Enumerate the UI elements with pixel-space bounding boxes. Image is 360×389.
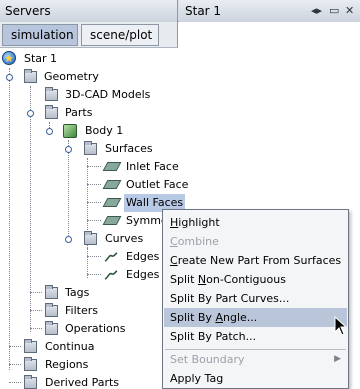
tree-node-label: Body 1 [85,124,124,137]
servers-pane-header: Servers [0,0,178,22]
tree-node-surface[interactable]: Outlet Face [0,176,200,194]
surface-icon [102,162,122,171]
tree-node-label: Star 1 [24,52,58,65]
tree-node-label: Operations [65,322,126,335]
tree-node-label: Filters [65,304,98,317]
tree-node-geometry[interactable]: Geometry [0,68,120,86]
tree-node-curve[interactable]: Edges [0,248,162,266]
folder-icon [45,285,58,299]
simulation-pane-body [179,22,360,48]
folder-icon [24,357,37,371]
maximize-pane-icon[interactable]: ▭ [329,4,339,17]
tree-node-label: Surfaces [105,142,153,155]
surface-icon [102,180,122,189]
folder-icon [24,375,37,389]
expand-toggle-icon[interactable] [65,236,72,243]
close-pane-icon[interactable]: ✕ [345,4,354,17]
tree-node-label: 3D-CAD Models [65,88,151,101]
tree-node-label: Outlet Face [126,178,189,191]
tree-node-label: Curves [105,232,144,245]
tree-node-curve[interactable]: Edges [0,266,162,284]
tree-node-label: Regions [45,358,89,371]
expand-toggle-icon[interactable] [46,128,53,135]
tree-node-tags[interactable]: Tags [0,284,130,302]
expand-toggle-icon[interactable] [27,110,34,117]
folder-icon [24,69,37,83]
minimize-pane-icon[interactable]: ◂▸ [311,4,322,17]
tree-node-derived-parts[interactable]: Derived Parts [0,374,150,389]
expand-toggle-icon[interactable] [65,146,72,153]
menu-item-combine[interactable]: Combine [164,232,347,251]
menu-item-highlight[interactable]: Highlight [164,213,347,232]
tree-node-label: Edges [126,250,160,263]
surface-icon [102,216,122,225]
folder-icon [45,321,58,335]
simulation-pane-header: Star 1 ◂▸ ▭ ✕ [179,0,360,22]
context-menu: Highlight Combine Create New Part From S… [162,209,349,389]
menu-item-split-by-patch[interactable]: Split By Patch... [164,327,347,346]
menu-item-split-by-angle[interactable]: Split By Angle... [164,308,347,327]
tree-node-label: Edges [126,268,160,281]
mouse-cursor-icon [334,316,348,336]
tree-node-label: Tags [65,286,90,299]
tree-node-star-1[interactable]: Star 1 [0,50,120,68]
expand-toggle-icon[interactable] [6,74,13,81]
tree-node-surfaces[interactable]: Surfaces [0,140,160,158]
folder-icon [84,141,97,155]
simulation-icon [2,50,16,68]
simulation-title: Star 1 [185,4,222,18]
tree-node-label: Derived Parts [45,376,120,389]
tree-node-surface[interactable]: Symme [0,212,162,230]
curve-icon [104,270,118,280]
tree-node-curves[interactable]: Curves [0,230,162,248]
tree-node-label: Inlet Face [126,160,179,173]
tree-node-label: Geometry [44,70,99,83]
folder-icon [24,339,37,353]
tab-scene-plot[interactable]: scene/plot [81,24,159,46]
tree-node-regions[interactable]: Regions [0,356,130,374]
folder-icon [45,303,58,317]
menu-item-create-new-part[interactable]: Create New Part From Surfaces [164,251,347,270]
folder-icon [45,87,58,101]
tree-node-filters[interactable]: Filters [0,302,130,320]
curve-icon [104,252,118,262]
folder-icon [45,105,58,119]
menu-item-set-boundary[interactable]: Set Boundary ▶ [164,350,347,369]
folder-icon [84,231,97,245]
tree-node-label: Symme [126,214,162,227]
servers-title: Servers [5,4,51,18]
tree-node-body-1[interactable]: Body 1 [0,122,130,140]
tree-node-label: Parts [65,106,93,119]
tab-bar: simulation scene/plot [0,22,178,48]
menu-item-split-by-part-curves[interactable]: Split By Part Curves... [164,289,347,308]
part-body-icon [63,124,77,138]
menu-item-split-non-contiguous[interactable]: Split Non-Contiguous [164,270,347,289]
tab-simulation[interactable]: simulation [2,24,78,46]
tree-node-operations[interactable]: Operations [0,320,140,338]
tree-node-3d-cad-models[interactable]: 3D-CAD Models [0,86,170,104]
tree-node-parts[interactable]: Parts [0,104,120,122]
menu-item-apply-tag[interactable]: Apply Tag [164,369,347,388]
tree-node-surface[interactable]: Inlet Face [0,158,200,176]
tree-node-continua[interactable]: Continua [0,338,130,356]
surface-icon [102,198,122,207]
submenu-arrow-icon: ▶ [334,354,341,364]
tree-node-label: Continua [45,340,95,353]
